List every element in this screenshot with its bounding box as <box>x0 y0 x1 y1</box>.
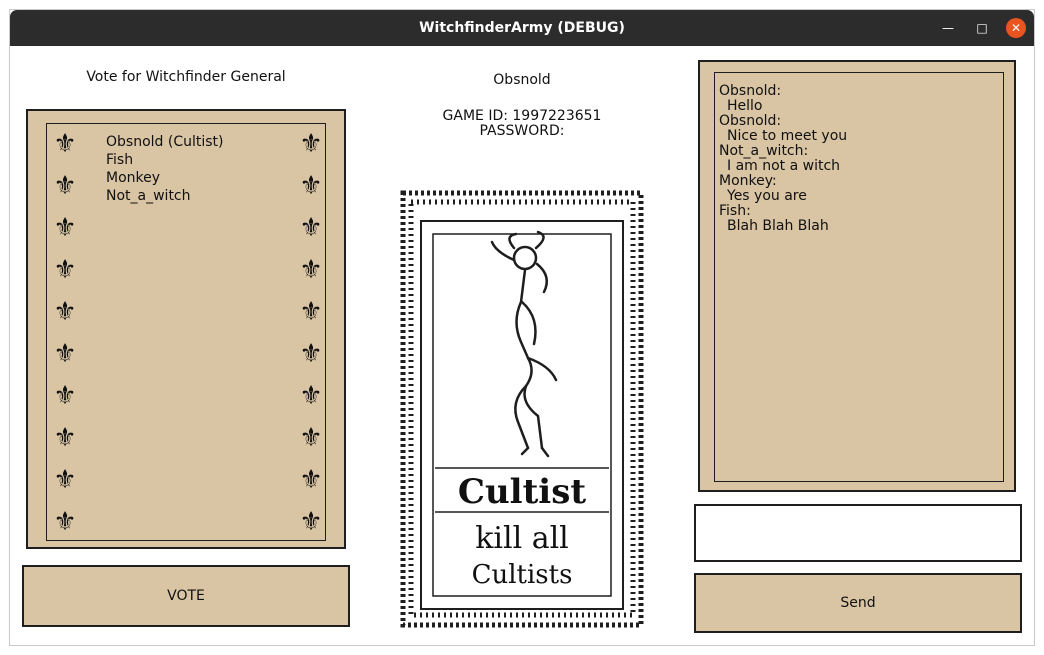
player-item[interactable]: Not_a_witch <box>106 187 224 205</box>
chat-sender: Obsnold: <box>719 113 782 129</box>
ornament-right-icon: ⚜ ⚜ ⚜ ⚜ ⚜ ⚜ ⚜ ⚜ ⚜ ⚜ <box>299 129 323 537</box>
game-password: PASSWORD: <box>479 123 565 139</box>
role-goal-line2: Cultists <box>472 560 573 590</box>
window-title: WitchfinderArmy (DEBUG) <box>419 20 625 36</box>
role-goal-line1: kill all <box>475 521 569 556</box>
chat-log: Obsnold: Hello Obsnold: Nice to meet you… <box>719 84 847 234</box>
player-item[interactable]: Monkey <box>106 169 224 187</box>
player-item[interactable]: Obsnold (Cultist) <box>106 133 224 151</box>
vote-list-panel: ⚜ ⚜ ⚜ ⚜ ⚜ ⚜ ⚜ ⚜ ⚜ ⚜ ⚜ ⚜ ⚜ ⚜ ⚜ ⚜ ⚜ ⚜ ⚜ ⚜ Obsnold (Cultist) … <box>26 109 346 549</box>
chat-sender: Monkey: <box>719 173 777 189</box>
player-name: Obsnold <box>493 72 551 88</box>
role-name: Cultist <box>458 472 586 512</box>
app-window: WitchfinderArmy (DEBUG) — □ ✕ Vote for W… <box>9 9 1035 646</box>
chat-message: Blah Blah Blah <box>727 218 829 234</box>
title-bar: WitchfinderArmy (DEBUG) — □ ✕ <box>10 10 1034 46</box>
close-icon[interactable]: ✕ <box>1006 18 1026 38</box>
main-content: Vote for Witchfinder General ⚜ ⚜ ⚜ ⚜ ⚜ ⚜ ⚜ ⚜ ⚜ ⚜ … <box>10 46 1034 647</box>
maximize-icon[interactable]: □ <box>972 18 992 38</box>
game-id: GAME ID: 1997223651 <box>442 108 602 124</box>
minimize-icon[interactable]: — <box>938 18 958 38</box>
chat-message: Nice to meet you <box>727 128 848 144</box>
ornament-left-icon: ⚜ ⚜ ⚜ ⚜ ⚜ ⚜ ⚜ ⚜ ⚜ ⚜ <box>53 129 77 537</box>
chat-message: I am not a witch <box>727 158 841 174</box>
chat-input-field[interactable] <box>694 504 1022 562</box>
role-card-art: Cultist kill all Cultists <box>400 190 644 628</box>
chat-message: Hello <box>727 98 763 114</box>
send-button[interactable]: Send <box>694 573 1022 633</box>
chat-sender: Not_a_witch: <box>719 143 809 159</box>
chat-sender: Fish: <box>719 203 751 219</box>
vote-heading: Vote for Witchfinder General <box>86 69 286 85</box>
chat-message: Yes you are <box>727 188 807 204</box>
vote-button[interactable]: VOTE <box>22 565 350 627</box>
player-item[interactable]: Fish <box>106 151 224 169</box>
player-list: Obsnold (Cultist) Fish Monkey Not_a_witc… <box>106 133 224 205</box>
role-card: Cultist kill all Cultists <box>400 190 644 628</box>
chat-sender: Obsnold: <box>719 83 782 99</box>
chat-log-panel: Obsnold: Hello Obsnold: Nice to meet you… <box>698 60 1016 492</box>
